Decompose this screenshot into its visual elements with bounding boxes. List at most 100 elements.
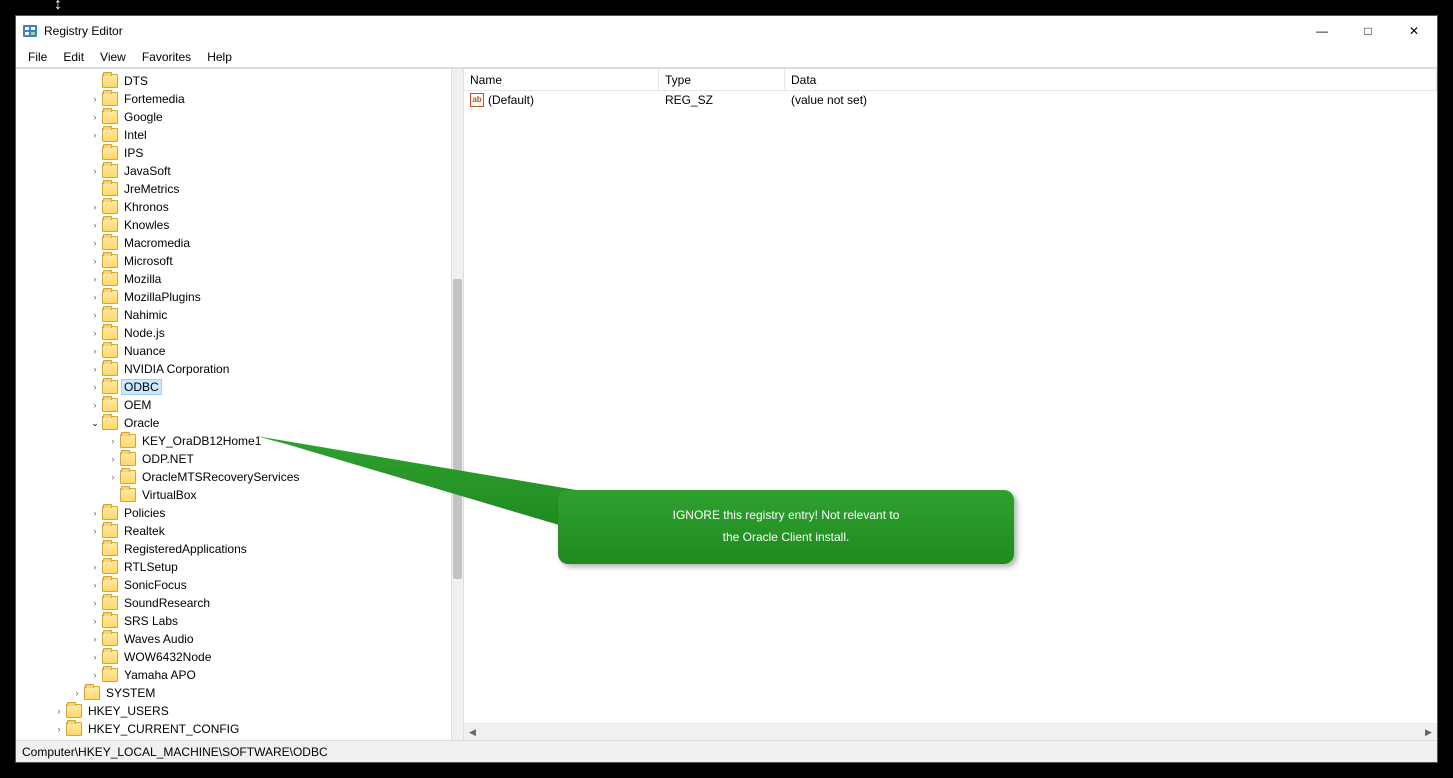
close-button[interactable]: ✕ bbox=[1391, 16, 1437, 46]
tree-node-google[interactable]: ›Google bbox=[16, 108, 451, 126]
folder-icon bbox=[66, 722, 82, 736]
string-value-icon: ab bbox=[470, 93, 484, 107]
tree-node-srs-labs[interactable]: ›SRS Labs bbox=[16, 612, 451, 630]
chevron-right-icon[interactable]: › bbox=[88, 112, 102, 122]
tree-node-hkey-current-config[interactable]: ›HKEY_CURRENT_CONFIG bbox=[16, 720, 451, 738]
menu-file[interactable]: File bbox=[20, 46, 55, 67]
tree-node-rtlsetup[interactable]: ›RTLSetup bbox=[16, 558, 451, 576]
hscroll-track[interactable] bbox=[481, 724, 1420, 740]
scrollbar-thumb[interactable] bbox=[453, 279, 462, 579]
chevron-right-icon[interactable]: › bbox=[88, 256, 102, 266]
scroll-left-icon[interactable]: ◀ bbox=[464, 724, 481, 741]
tree-node-nuance[interactable]: ›Nuance bbox=[16, 342, 451, 360]
tree-node-dts[interactable]: DTS bbox=[16, 72, 451, 90]
chevron-right-icon[interactable]: › bbox=[88, 130, 102, 140]
tree-node-realtek[interactable]: ›Realtek bbox=[16, 522, 451, 540]
chevron-right-icon[interactable]: › bbox=[88, 310, 102, 320]
tree-node-khronos[interactable]: ›Khronos bbox=[16, 198, 451, 216]
chevron-right-icon[interactable]: › bbox=[88, 202, 102, 212]
tree-node-javasoft[interactable]: ›JavaSoft bbox=[16, 162, 451, 180]
folder-icon bbox=[102, 578, 118, 592]
menu-help[interactable]: Help bbox=[199, 46, 240, 67]
chevron-right-icon[interactable]: › bbox=[88, 220, 102, 230]
tree-node-oem[interactable]: ›OEM bbox=[16, 396, 451, 414]
tree-scroll[interactable]: DTS›Fortemedia›Google›IntelIPS›JavaSoftJ… bbox=[16, 69, 463, 740]
tree-node-waves-audio[interactable]: ›Waves Audio bbox=[16, 630, 451, 648]
chevron-right-icon[interactable]: › bbox=[88, 346, 102, 356]
tree-node-macromedia[interactable]: ›Macromedia bbox=[16, 234, 451, 252]
column-data[interactable]: Data bbox=[785, 69, 1437, 90]
tree-node-yamaha-apo[interactable]: ›Yamaha APO bbox=[16, 666, 451, 684]
registry-tree: DTS›Fortemedia›Google›IntelIPS›JavaSoftJ… bbox=[16, 69, 451, 740]
tree-node-label: SYSTEM bbox=[104, 686, 157, 700]
chevron-right-icon[interactable]: › bbox=[88, 382, 102, 392]
chevron-right-icon[interactable]: › bbox=[88, 616, 102, 626]
chevron-right-icon[interactable]: › bbox=[88, 670, 102, 680]
tree-node-node-js[interactable]: ›Node.js bbox=[16, 324, 451, 342]
tree-node-system[interactable]: › SYSTEM bbox=[16, 684, 451, 702]
tree-node-odp-net[interactable]: ›ODP.NET bbox=[16, 450, 451, 468]
chevron-down-icon[interactable]: ⌄ bbox=[88, 418, 102, 429]
chevron-right-icon[interactable]: › bbox=[88, 94, 102, 104]
list-body[interactable]: ab (Default) REG_SZ (value not set) bbox=[464, 91, 1437, 723]
chevron-right-icon[interactable]: › bbox=[88, 526, 102, 536]
chevron-right-icon[interactable]: › bbox=[88, 562, 102, 572]
chevron-right-icon[interactable]: › bbox=[88, 400, 102, 410]
tree-node-key-oradb12home1[interactable]: ›KEY_OraDB12Home1 bbox=[16, 432, 451, 450]
tree-node-virtualbox[interactable]: VirtualBox bbox=[16, 486, 451, 504]
tree-node-microsoft[interactable]: ›Microsoft bbox=[16, 252, 451, 270]
chevron-right-icon[interactable]: › bbox=[88, 598, 102, 608]
chevron-right-icon[interactable]: › bbox=[88, 292, 102, 302]
chevron-right-icon[interactable]: › bbox=[88, 274, 102, 284]
tree-node-ips[interactable]: IPS bbox=[16, 144, 451, 162]
tree-node-jremetrics[interactable]: JreMetrics bbox=[16, 180, 451, 198]
tree-node-mozilla[interactable]: ›Mozilla bbox=[16, 270, 451, 288]
folder-icon bbox=[102, 290, 118, 304]
tree-node-sonicfocus[interactable]: ›SonicFocus bbox=[16, 576, 451, 594]
tree-node-odbc[interactable]: ›ODBC bbox=[16, 378, 451, 396]
menu-edit[interactable]: Edit bbox=[55, 46, 92, 67]
value-row[interactable]: ab (Default) REG_SZ (value not set) bbox=[464, 91, 1437, 109]
chevron-right-icon[interactable]: › bbox=[88, 328, 102, 338]
chevron-right-icon[interactable]: › bbox=[52, 706, 66, 716]
chevron-right-icon[interactable]: › bbox=[106, 454, 120, 464]
tree-node-registeredapplications[interactable]: RegisteredApplications bbox=[16, 540, 451, 558]
chevron-right-icon[interactable]: › bbox=[106, 436, 120, 446]
tree-node-label: Policies bbox=[122, 506, 167, 520]
scroll-right-icon[interactable]: ▶ bbox=[1420, 724, 1437, 741]
tree-node-intel[interactable]: ›Intel bbox=[16, 126, 451, 144]
folder-icon bbox=[102, 200, 118, 214]
minimize-button[interactable]: — bbox=[1299, 16, 1345, 46]
tree-node-wow6432node[interactable]: ›WOW6432Node bbox=[16, 648, 451, 666]
column-name[interactable]: Name bbox=[464, 69, 659, 90]
chevron-right-icon[interactable]: › bbox=[88, 580, 102, 590]
tree-node-oracle[interactable]: ⌄Oracle bbox=[16, 414, 451, 432]
chevron-right-icon[interactable]: › bbox=[52, 724, 66, 734]
column-type[interactable]: Type bbox=[659, 69, 785, 90]
chevron-right-icon[interactable]: › bbox=[88, 634, 102, 644]
tree-node-nvidia-corporation[interactable]: › NVIDIA Corporation bbox=[16, 360, 451, 378]
chevron-right-icon[interactable]: › bbox=[88, 238, 102, 248]
titlebar[interactable]: Registry Editor — □ ✕ bbox=[16, 16, 1437, 46]
chevron-right-icon[interactable]: › bbox=[88, 166, 102, 176]
chevron-right-icon[interactable]: › bbox=[88, 652, 102, 662]
tree-node-policies[interactable]: › Policies bbox=[16, 504, 451, 522]
tree-node-fortemedia[interactable]: ›Fortemedia bbox=[16, 90, 451, 108]
chevron-right-icon[interactable]: › bbox=[88, 364, 102, 374]
tree-node-oraclemtsrecoveryservices[interactable]: ›OracleMTSRecoveryServices bbox=[16, 468, 451, 486]
chevron-right-icon[interactable]: › bbox=[106, 472, 120, 482]
tree-node-knowles[interactable]: ›Knowles bbox=[16, 216, 451, 234]
tree-node-hkey-users[interactable]: ›HKEY_USERS bbox=[16, 702, 451, 720]
window-title: Registry Editor bbox=[44, 24, 1299, 38]
menu-favorites[interactable]: Favorites bbox=[134, 46, 199, 67]
maximize-button[interactable]: □ bbox=[1345, 16, 1391, 46]
list-horizontal-scrollbar[interactable]: ◀ ▶ bbox=[464, 723, 1437, 740]
tree-node-mozillaplugins[interactable]: ›MozillaPlugins bbox=[16, 288, 451, 306]
menu-view[interactable]: View bbox=[92, 46, 134, 67]
tree-node-soundresearch[interactable]: ›SoundResearch bbox=[16, 594, 451, 612]
chevron-right-icon[interactable]: › bbox=[70, 688, 84, 698]
tree-node-label: NVIDIA Corporation bbox=[122, 362, 231, 376]
chevron-right-icon[interactable]: › bbox=[88, 508, 102, 518]
tree-node-nahimic[interactable]: ›Nahimic bbox=[16, 306, 451, 324]
tree-vertical-scrollbar[interactable] bbox=[451, 69, 463, 740]
